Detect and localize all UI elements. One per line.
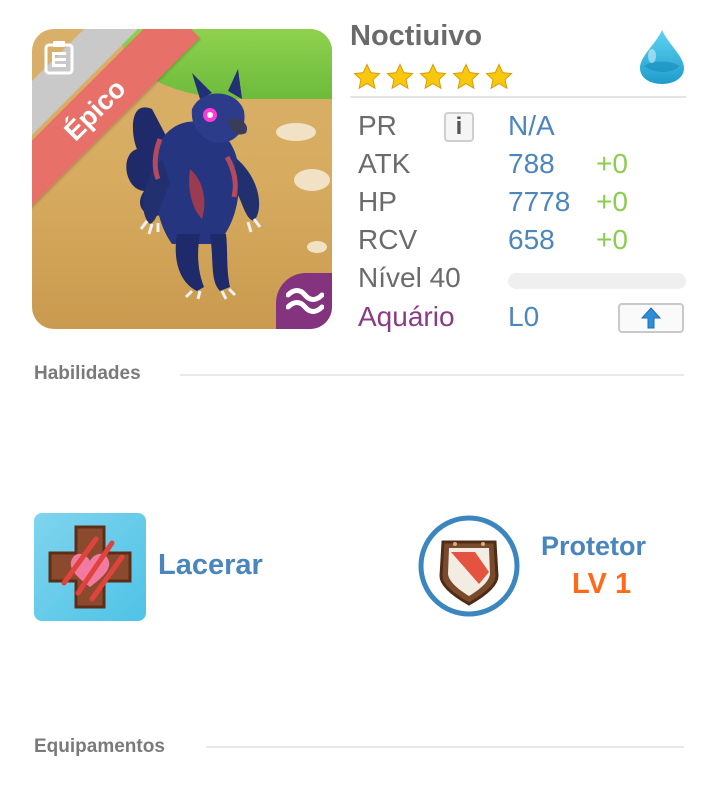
document-icon[interactable] — [44, 41, 74, 75]
stat-label-rcv: RCV — [358, 224, 418, 255]
active-skill-icon[interactable] — [34, 513, 146, 621]
passive-skill-level: LV 1 — [572, 568, 632, 600]
stat-label-pr: PR — [358, 110, 397, 141]
skills-section-title: Habilidades — [34, 363, 141, 384]
aquarium-label: Aquário — [358, 301, 455, 332]
aquarium-value: L0 — [508, 301, 540, 332]
star-rating — [352, 62, 514, 92]
stat-label-hp: HP — [358, 186, 397, 217]
divider — [350, 96, 686, 98]
monster-portrait[interactable]: Épico — [32, 29, 332, 329]
stat-value-hp: 7778 — [508, 186, 571, 217]
active-skill-name[interactable]: Lacerar — [158, 549, 263, 582]
level-label: Nível 40 — [358, 262, 461, 293]
stat-value-atk: 788 — [508, 148, 555, 179]
star-icon — [419, 63, 447, 90]
stat-bonus-rcv: +0 — [596, 224, 628, 255]
star-icon — [485, 63, 513, 90]
experience-bar — [508, 273, 686, 289]
info-icon: i — [455, 113, 463, 140]
stat-value-rcv: 658 — [508, 224, 555, 255]
stat-value-pr: N/A — [508, 110, 555, 141]
water-drop-icon — [640, 30, 684, 84]
skills-section-divider — [180, 374, 684, 376]
lacerate-heart-icon — [48, 525, 132, 609]
info-button[interactable]: i — [444, 112, 474, 142]
passive-skill-name: Protetor — [541, 531, 647, 561]
stat-bonus-hp: +0 — [596, 186, 628, 217]
stat-label-atk: ATK — [358, 148, 411, 179]
element-badge — [276, 273, 332, 329]
equipment-section-divider — [206, 746, 684, 748]
monster-name: Noctiuivo — [350, 20, 483, 52]
star-icon — [452, 63, 480, 90]
upgrade-button[interactable] — [618, 303, 684, 333]
protector-shield-icon[interactable] — [417, 514, 521, 618]
stat-bonus-atk: +0 — [596, 148, 628, 179]
star-icon — [353, 63, 381, 90]
arrow-up-icon — [641, 307, 661, 329]
star-icon — [386, 63, 414, 90]
water-waves-icon — [286, 288, 324, 314]
monster-detail-page: Épico Noctiuivo PR i N/A ATK 788 +0 HP 7… — [0, 0, 717, 800]
equipment-section-title: Equipamentos — [34, 736, 165, 757]
